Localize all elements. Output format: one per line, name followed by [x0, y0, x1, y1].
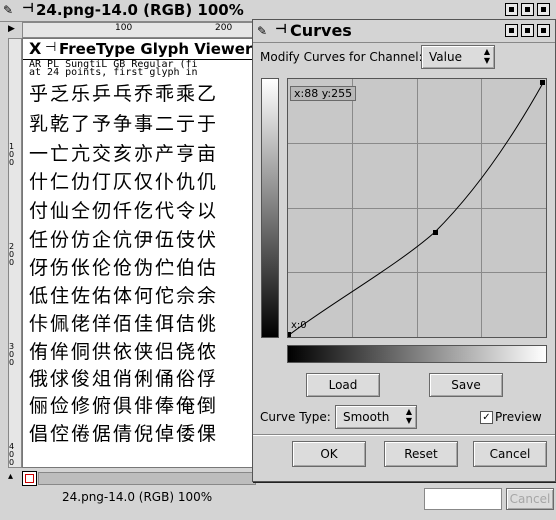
ruler-label: 200: [9, 242, 15, 267]
preview-label[interactable]: Preview: [495, 410, 542, 424]
curve-svg[interactable]: [288, 79, 546, 337]
glyph-row: 伢伤伥伦伧伪伫伯估: [29, 257, 219, 279]
glyph-row: 任份仿企伉伊伍伎伏: [29, 229, 219, 251]
quick-mask-icon: [25, 474, 34, 483]
curves-dialog: ✎ ⊣ Curves Modify Curves for Channel: Va…: [252, 19, 556, 482]
save-button[interactable]: Save: [429, 373, 503, 397]
channel-select-value: Value: [429, 50, 462, 64]
curve-type-select[interactable]: Smooth ▲ ▼: [335, 405, 417, 429]
close-button[interactable]: [537, 24, 550, 37]
curves-title: Curves: [290, 21, 352, 40]
glyph-row: 付仙仝仞仟仡代令以: [29, 200, 219, 222]
main-minimize-button[interactable]: [505, 3, 518, 16]
glyph-viewer-title: FreeType Glyph Viewer: [59, 40, 253, 58]
control-point[interactable]: [288, 332, 291, 337]
glyph-row: 俪俭修俯俱俳俸俺倒: [29, 395, 219, 417]
value-gradient-horizontal: [287, 345, 547, 363]
glyph-row: 倡倥倦倨倩倪倬倭倮: [29, 423, 219, 445]
window-menu-icon[interactable]: ✎: [3, 3, 13, 17]
glyph-row: 侑侔侗供依侠侣侥侬: [29, 341, 219, 363]
spinner-arrows-icon: ▲ ▼: [405, 407, 412, 425]
curve-line[interactable]: [288, 82, 544, 336]
glyph-row: 乎乏乐乒乓乔乖乘乙: [29, 83, 219, 105]
progress-bar: [424, 488, 502, 510]
cancel-button[interactable]: Cancel: [473, 441, 547, 467]
glyph-row: 一亡亢交亥亦产亨亩: [29, 143, 219, 165]
quick-mask-toggle[interactable]: [22, 471, 37, 486]
glyph-row: 乳乾了予争事二亍于: [29, 113, 219, 135]
ruler-label: 400: [9, 442, 15, 467]
horizontal-ruler: 100 200: [22, 22, 256, 38]
glyph-viewer-titlebar: X ⊣ FreeType Glyph Viewer: [23, 39, 255, 60]
status-cancel-button[interactable]: Cancel: [506, 488, 554, 510]
curve-type-value: Smooth: [343, 410, 390, 424]
control-point[interactable]: [433, 230, 438, 235]
corner-readout: x:0: [291, 320, 307, 331]
maximize-button[interactable]: [521, 24, 534, 37]
glyph-row: 俄俅俊俎俏俐俑俗俘: [29, 368, 219, 390]
ruler-label: 200: [215, 23, 233, 33]
navigate-icon[interactable]: ▴: [8, 471, 13, 482]
control-point[interactable]: [540, 80, 545, 85]
pin-icon[interactable]: ⊣: [275, 22, 287, 37]
ruler-label: 100: [115, 23, 133, 33]
ruler-label: 100: [9, 142, 15, 167]
window-menu-icon[interactable]: ✎: [257, 24, 267, 38]
button-separator: [253, 434, 555, 436]
spinner-arrows-icon: ▲ ▼: [483, 47, 490, 65]
preview-checkbox[interactable]: ✓: [480, 411, 493, 424]
curve-graph[interactable]: x:88 y:255 x:0: [287, 78, 547, 338]
value-gradient-vertical: [261, 78, 279, 338]
menu-arrow-button[interactable]: ▶: [8, 24, 18, 34]
main-maximize-button[interactable]: [521, 3, 534, 16]
image-canvas[interactable]: X ⊣ FreeType Glyph Viewer AR PL SungtiL …: [22, 38, 256, 468]
pin-icon[interactable]: ⊣: [22, 1, 34, 16]
pin-icon: ⊣: [45, 40, 57, 55]
vertical-ruler: 100 200 300 400: [8, 38, 22, 468]
curve-type-label: Curve Type:: [260, 410, 331, 424]
reset-button[interactable]: Reset: [384, 441, 458, 467]
channel-select[interactable]: Value ▲ ▼: [421, 45, 495, 69]
glyph-row: 低住佐佑体何佗佘余: [29, 285, 219, 307]
channel-label: Modify Curves for Channel:: [260, 50, 423, 64]
ok-button[interactable]: OK: [292, 441, 366, 467]
glyph-row: 佧佩佬佯佰佳佴佶佻: [29, 313, 219, 335]
glyph-viewer-info-2: at 24 points, first glyph in: [29, 67, 198, 78]
main-window-title: 24.png-14.0 (RGB) 100%: [36, 1, 244, 19]
status-bar: 24.png-14.0 (RGB) 100% Cancel: [6, 488, 554, 512]
curves-titlebar[interactable]: ✎ ⊣ Curves: [253, 20, 555, 43]
horizontal-scrollbar[interactable]: [38, 472, 256, 485]
minimize-button[interactable]: [505, 24, 518, 37]
coordinate-readout: x:88 y:255: [290, 86, 357, 101]
glyph-row: 什仁仂仃仄仅仆仇仉: [29, 171, 219, 193]
status-text: 24.png-14.0 (RGB) 100%: [62, 490, 213, 504]
main-close-button[interactable]: [537, 3, 550, 16]
load-button[interactable]: Load: [306, 373, 380, 397]
ruler-label: 300: [9, 342, 15, 367]
close-icon: X: [29, 39, 42, 58]
